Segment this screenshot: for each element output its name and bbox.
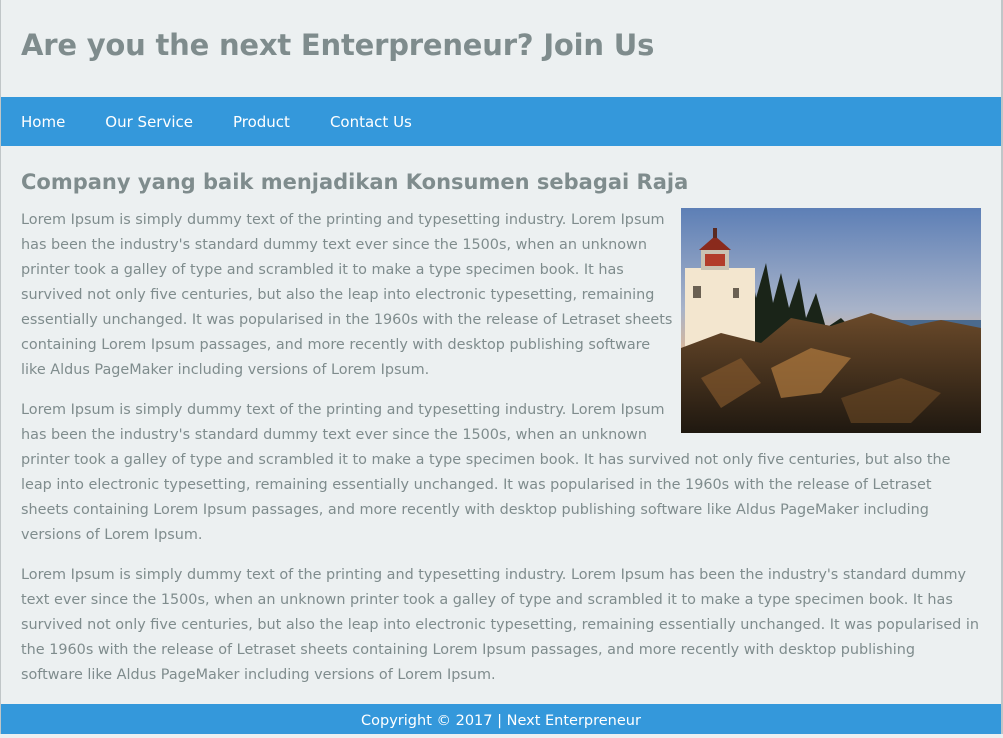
lighthouse-image — [681, 208, 981, 433]
nav-item-product[interactable]: Product — [233, 113, 290, 131]
content-title: Company yang baik menjadikan Konsumen se… — [21, 170, 689, 194]
site-header: Are you the next Enterpreneur? Join Us — [1, 0, 1001, 97]
nav-item-home[interactable]: Home — [21, 113, 65, 131]
paragraph: Lorem Ipsum is simply dummy text of the … — [21, 567, 980, 683]
footer: Copyright © 2017 | Next Enterpreneur — [1, 704, 1001, 734]
main-content: Company yang baik menjadikan Konsumen se… — [1, 170, 1001, 688]
footer-copyright: Copyright © 2017 | Next Enterpreneur — [361, 713, 641, 729]
nav-item-contact-us[interactable]: Contact Us — [330, 113, 412, 131]
nav-item-our-service[interactable]: Our Service — [105, 113, 193, 131]
site-title: Are you the next Enterpreneur? Join Us — [21, 28, 655, 62]
nav-bar: Home Our Service Product Contact Us — [1, 97, 1001, 146]
